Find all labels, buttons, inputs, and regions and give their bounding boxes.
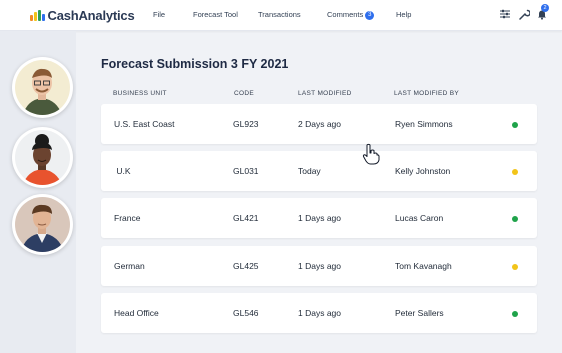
brand-logo[interactable]: CashAnalytics [30,7,135,23]
status-dot-yellow [512,264,518,270]
status-dot-green [512,122,518,128]
business-unit-cell: France [114,213,141,223]
code-cell: GL923 [233,119,259,129]
code-cell: GL421 [233,213,259,223]
avatar[interactable] [12,57,73,118]
bar-chart-logo-icon [30,9,45,21]
code-cell: GL031 [233,166,259,176]
avatar[interactable] [12,194,73,255]
column-header-last-modified-by: LAST MODIFIED BY [394,90,459,97]
table-row[interactable]: German GL425 1 Days ago Tom Kavanagh [101,246,537,286]
business-unit-cell: U.S. East Coast [114,119,175,129]
column-header-business-unit: BUSINESS UNIT [113,90,167,97]
person-portrait-icon [23,134,62,185]
code-cell: GL546 [233,308,259,318]
table-row[interactable]: U.K GL031 Today Kelly Johnston [101,151,537,191]
top-navigation-bar: CashAnalytics File Forecast Tool Transac… [0,0,562,31]
status-dot-yellow [512,169,518,175]
last-modified-cell: 1 Days ago [298,308,341,318]
last-modified-by-cell: Kelly Johnston [395,166,451,176]
brand-name: CashAnalytics [47,7,135,23]
nav-transactions[interactable]: Transactions [258,10,301,19]
column-header-code: CODE [234,90,254,97]
status-dot-green [512,311,518,317]
nav-file[interactable]: File [153,10,165,19]
table-row[interactable]: France GL421 1 Days ago Lucas Caron [101,198,537,238]
person-portrait-icon [23,68,62,115]
avatar[interactable] [12,127,73,188]
last-modified-cell: 1 Days ago [298,213,341,223]
wrench-icon[interactable] [518,8,530,20]
last-modified-by-cell: Peter Sallers [395,308,444,318]
table-row[interactable]: U.S. East Coast GL923 2 Days ago Ryen Si… [101,104,537,144]
last-modified-cell: Today [298,166,321,176]
page-title: Forecast Submission 3 FY 2021 [101,57,289,71]
comments-count-badge: 3 [365,11,375,20]
table-row[interactable]: Head Office GL546 1 Days ago Peter Salle… [101,293,537,333]
nav-help[interactable]: Help [396,10,411,19]
nav-comments[interactable]: Comments 3 [327,10,375,20]
person-portrait-icon [21,204,64,252]
nav-forecast-tool[interactable]: Forecast Tool [193,10,238,19]
last-modified-by-cell: Tom Kavanagh [395,261,452,271]
business-unit-cell: German [114,261,145,271]
business-unit-cell: Head Office [114,308,159,318]
code-cell: GL425 [233,261,259,271]
column-header-last-modified: LAST MODIFIED [298,90,352,97]
hand-pointer-icon [362,143,380,165]
avatar-rail [0,31,76,353]
last-modified-cell: 2 Days ago [298,119,341,129]
last-modified-by-cell: Ryen Simmons [395,119,453,129]
status-dot-green [512,216,518,222]
last-modified-cell: 1 Days ago [298,261,341,271]
filters-icon[interactable] [499,8,511,20]
business-unit-cell: U.K [114,166,131,176]
notifications-count-badge: 2 [541,4,549,12]
nav-comments-label: Comments [327,10,364,19]
last-modified-by-cell: Lucas Caron [395,213,444,223]
